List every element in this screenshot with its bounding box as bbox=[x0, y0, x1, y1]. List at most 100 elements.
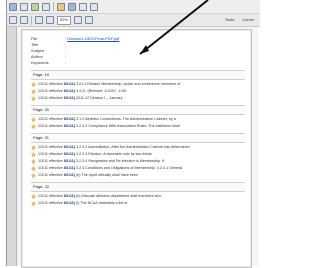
comment-date: 8/1/11) bbox=[63, 173, 75, 177]
zoom-in-icon[interactable] bbox=[46, 16, 54, 24]
comment-item[interactable]: 1/3/11 effective 8/1/11) 3.2.3.2 Complia… bbox=[31, 124, 245, 129]
comment-body: 3.4.2). (Revised: 1/11/97, 1/15/ bbox=[76, 89, 127, 93]
toolbar-top bbox=[7, 0, 260, 14]
sign-icon[interactable] bbox=[79, 2, 87, 11]
print-icon[interactable] bbox=[31, 2, 39, 11]
comment-body: 2011-12 Division I – January bbox=[76, 96, 123, 100]
email-icon[interactable] bbox=[42, 2, 50, 11]
fit-page-icon[interactable] bbox=[74, 16, 83, 24]
comment-prefix: 1/3/11 effective bbox=[38, 96, 63, 100]
comment-prefix: 1/3/11 effective bbox=[38, 166, 63, 170]
comment-prefix: 1/3/11 effective bbox=[38, 159, 63, 163]
comment-item[interactable]: 1/3/11 effective 8/1/11) 3.2.4 Condition… bbox=[31, 166, 245, 171]
share-icon[interactable] bbox=[68, 2, 76, 11]
meta-keywords-label: Keywords bbox=[31, 60, 49, 65]
next-page-icon[interactable] bbox=[20, 16, 28, 24]
comment-bullet-icon bbox=[31, 82, 36, 87]
comment-item[interactable]: 1/3/11 effective 8/1/11) 2011-12 Divisio… bbox=[31, 96, 245, 101]
comment-body: (i) The NCAA maintains a list of bbox=[76, 201, 128, 205]
comment-date: 8/1/11) bbox=[63, 89, 75, 93]
comment-item[interactable]: 1/3/11 effective 8/1/11) 3.4.2). (Revise… bbox=[31, 89, 245, 94]
comment-text: 1/3/11 effective 8/1/11) 3.2.3.2 Accredi… bbox=[38, 145, 190, 150]
comment-item[interactable]: 1/3/11 effective 8/1/11) (i) The NCAA ma… bbox=[31, 201, 245, 206]
comment-body: 3.2.3.2 Compliance With Association Rule… bbox=[76, 124, 180, 128]
comment-item[interactable]: 1/3/11 effective 8/1/11) (h) Educate ath… bbox=[31, 194, 245, 199]
comment-date: 8/1/11) bbox=[63, 152, 75, 156]
comment-bullet-icon bbox=[31, 173, 36, 178]
comment-prefix: 1/3/11 effective bbox=[38, 201, 63, 205]
comment-text: 1/3/11 effective 8/1/11) (i) The NCAA ma… bbox=[38, 201, 127, 206]
comment-prefix: 1/3/11 effective bbox=[38, 124, 63, 128]
comment-body: 3.2.3.2 Accreditation. After the Adminis… bbox=[76, 145, 190, 149]
page-header: Page: 20 bbox=[31, 105, 245, 115]
meta-keywords-sep: : bbox=[65, 60, 67, 65]
save-icon[interactable] bbox=[20, 2, 28, 11]
comment-date: 8/1/11) bbox=[63, 145, 75, 149]
comment-prefix: 1/3/11 effective bbox=[38, 152, 63, 156]
comment-date: 8/1/11) bbox=[63, 159, 75, 163]
comment-text: 1/3/11 effective 8/1/11) 3.4.2). (Revise… bbox=[38, 89, 126, 94]
zoom-field[interactable]: 92% bbox=[57, 15, 72, 25]
meta-file-value: : Division1-0303-Final-PDF.pdf bbox=[65, 36, 120, 41]
comment-icon[interactable] bbox=[57, 2, 65, 11]
comment-bullet-icon bbox=[31, 159, 36, 164]
comment-bullet-icon bbox=[31, 117, 36, 122]
tools-icon[interactable] bbox=[90, 2, 98, 11]
comment-body: (h) Educate athletics department staff m… bbox=[76, 194, 162, 198]
comment-item[interactable]: 1/3/11 effective 8/1/11) 3.2.3.2 Accredi… bbox=[31, 145, 245, 150]
comment-date: 8/1/11) bbox=[63, 82, 75, 86]
comment-date: 8/1/11) bbox=[63, 166, 75, 170]
fit-width-icon[interactable] bbox=[85, 16, 94, 24]
comment-text: 1/3/11 effective 8/1/11) 2011-12 Divisio… bbox=[38, 96, 122, 101]
comment-prefix: 1/3/11 effective bbox=[38, 173, 63, 177]
toolbar-separator bbox=[31, 15, 32, 25]
comment-prefix: 1/3/11 effective bbox=[38, 145, 63, 149]
comment-body: 3.01.2 Division Membership. Active and c… bbox=[76, 82, 181, 86]
comment-bullet-icon bbox=[31, 194, 36, 199]
zoom-value: 92% bbox=[60, 17, 69, 22]
comment-text: 1/3/11 effective 8/1/11) 3.2.3.4 Resigna… bbox=[38, 159, 164, 164]
comment-prefix: 1/3/11 effective bbox=[38, 194, 63, 198]
comment-item[interactable]: 1/3/11 effective 8/1/11) 3.1.2 Athletics… bbox=[31, 117, 245, 122]
comment-bullet-icon bbox=[31, 201, 36, 206]
comment-item[interactable]: 1/3/11 effective 8/1/11) (b) The sport o… bbox=[31, 173, 245, 178]
comment-date: 8/1/11) bbox=[63, 124, 75, 128]
comment-text: 1/3/11 effective 8/1/11) 3.2.3.2 Complia… bbox=[38, 124, 180, 129]
page-header: Page: 22 bbox=[31, 182, 245, 192]
comment-body: 3.2.3.4 Resignation and Re-election to M… bbox=[76, 159, 165, 163]
comment-item[interactable]: 1/3/11 effective 8/1/11) 3.2.3.3 Electio… bbox=[31, 152, 245, 157]
open-icon[interactable] bbox=[9, 2, 17, 11]
comment-text: 1/3/11 effective 8/1/11) 3.2.4 Condition… bbox=[38, 166, 183, 171]
tab-comment[interactable]: Comm bbox=[239, 16, 257, 24]
meta-row-keywords: Keywords: bbox=[31, 60, 245, 66]
comment-bullet-icon bbox=[31, 166, 36, 171]
comment-item[interactable]: 1/3/11 effective 8/1/11) 3.2.3.4 Resigna… bbox=[31, 159, 245, 164]
file-link[interactable]: Division1-0303-Final-PDF.pdf bbox=[67, 36, 119, 41]
comment-bullet-icon bbox=[31, 152, 36, 157]
comment-text: 1/3/11 effective 8/1/11) 3.2.3.3 Electio… bbox=[38, 152, 152, 157]
comment-item[interactable]: 1/3/11 effective 8/1/11) 3.01.2 Division… bbox=[31, 82, 245, 87]
comment-date: 8/1/11) bbox=[63, 117, 75, 121]
comment-date: 8/1/11) bbox=[63, 201, 75, 205]
tab-tools[interactable]: Tools bbox=[222, 16, 237, 24]
prev-page-icon[interactable] bbox=[9, 16, 17, 24]
right-tabs: Tools Comm bbox=[222, 16, 260, 24]
page-header: Page: 19 bbox=[31, 70, 245, 80]
pdf-viewer-window: 92% Tools Comm File : Division1-0303-Fin… bbox=[6, 0, 260, 268]
toolbar-separator bbox=[53, 2, 54, 11]
comment-text: 1/3/11 effective 8/1/11) 3.01.2 Division… bbox=[38, 82, 180, 87]
comment-text: 1/3/11 effective 8/1/11) (b) The sport o… bbox=[38, 173, 138, 178]
page-header: Page: 21 bbox=[31, 133, 245, 143]
comment-date: 8/1/11) bbox=[63, 194, 75, 198]
comment-bullet-icon bbox=[31, 89, 36, 94]
comment-bullet-icon bbox=[31, 145, 36, 150]
comment-date: 8/1/11) bbox=[63, 96, 75, 100]
document-content: File : Division1-0303-Final-PDF.pdf Titl… bbox=[31, 36, 245, 208]
comment-prefix: 1/3/11 effective bbox=[38, 89, 63, 93]
comment-body: (b) The sport officially shall have been bbox=[76, 173, 138, 177]
comment-body: 3.2.4 Conditions and Obligations of Memb… bbox=[76, 166, 184, 170]
left-panel bbox=[7, 27, 17, 266]
pdf-properties: File : Division1-0303-Final-PDF.pdf Titl… bbox=[31, 36, 245, 66]
comment-body: 3.1.2 Athletics Consortiums. The Adminis… bbox=[76, 117, 176, 121]
zoom-out-icon[interactable] bbox=[35, 16, 43, 24]
